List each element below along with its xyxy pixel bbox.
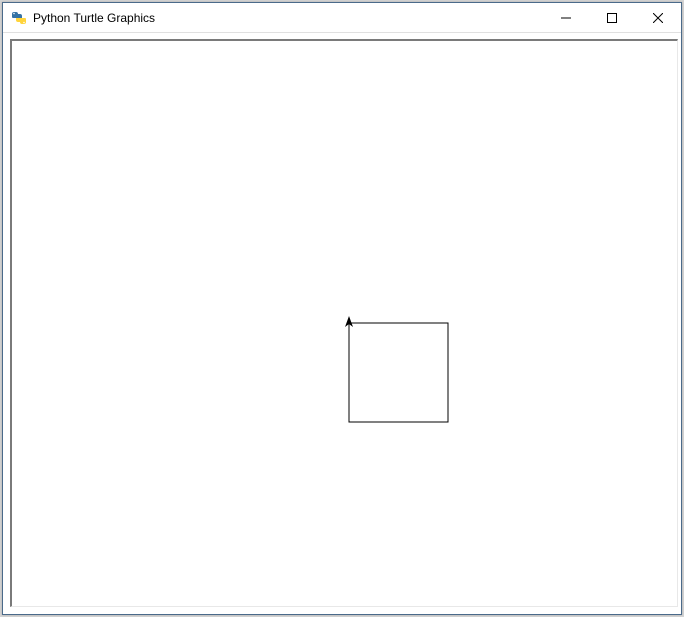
maximize-button[interactable] bbox=[589, 3, 635, 33]
maximize-icon bbox=[607, 11, 617, 26]
minimize-button[interactable] bbox=[543, 3, 589, 33]
minimize-icon bbox=[561, 11, 571, 26]
close-icon bbox=[653, 11, 663, 26]
window-title: Python Turtle Graphics bbox=[33, 11, 543, 25]
application-window: Python Turtle Graphics bbox=[2, 2, 682, 615]
canvas-inner bbox=[12, 41, 677, 606]
turtle-drawing bbox=[12, 41, 682, 613]
drawn-square bbox=[349, 323, 448, 422]
close-button[interactable] bbox=[635, 3, 681, 33]
app-icon bbox=[11, 10, 27, 26]
titlebar[interactable]: Python Turtle Graphics bbox=[3, 3, 681, 33]
window-controls bbox=[543, 3, 681, 32]
turtle-canvas bbox=[10, 39, 678, 607]
